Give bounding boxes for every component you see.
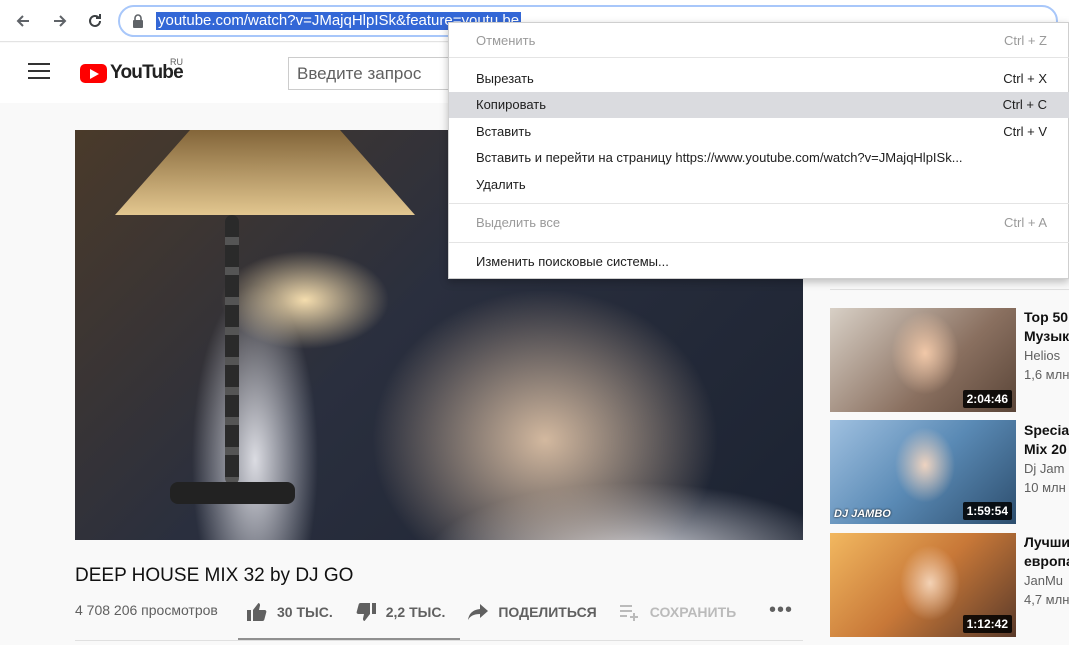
sidebar-video-title: европа xyxy=(1024,553,1069,569)
back-button[interactable] xyxy=(11,9,35,33)
sidebar-video-info[interactable]: Лучши европа JanMu 4,7 млн xyxy=(1024,533,1069,609)
sidebar-views: 1,6 млн xyxy=(1024,367,1069,382)
forward-button[interactable] xyxy=(48,9,72,33)
sidebar-video-info[interactable]: Specia Mix 20 Dj Jam 10 млн xyxy=(1024,421,1069,497)
thumbs-down-icon xyxy=(356,603,376,621)
video-duration: 1:59:54 xyxy=(962,502,1012,520)
dislike-button[interactable]: 2,2 ТЫС. xyxy=(355,602,446,622)
menu-item-select-all[interactable]: Выделить все Ctrl + A xyxy=(449,210,1069,236)
lock-icon xyxy=(132,14,144,33)
arrow-right-icon xyxy=(54,15,67,27)
sidebar-views: 10 млн xyxy=(1024,480,1066,495)
reload-button[interactable] xyxy=(83,9,107,33)
save-button[interactable]: СОХРАНИТЬ xyxy=(619,603,736,621)
sidebar-thumbnail[interactable]: DJ JAMBO 1:59:54 xyxy=(830,420,1016,524)
sidebar-video-title: Top 50 xyxy=(1024,309,1069,325)
sidebar-channel: JanMu xyxy=(1024,573,1064,588)
youtube-logo[interactable]: YouTube RU xyxy=(80,57,184,85)
like-ratio-bar xyxy=(238,638,460,640)
sidebar-thumbnail[interactable]: 1:12:42 xyxy=(830,533,1016,637)
dislike-count: 2,2 ТЫС. xyxy=(385,604,446,620)
sidebar-channel: Dj Jam xyxy=(1024,461,1065,476)
divider xyxy=(75,640,803,641)
video-actions: 30 ТЫС. 2,2 ТЫС. ПОДЕЛИТЬСЯ СОХРАНИТЬ xyxy=(246,600,758,624)
video-title: DEEP HOUSE MIX 32 by DJ GO xyxy=(75,565,354,586)
video-duration: 2:04:46 xyxy=(962,390,1012,408)
like-button[interactable]: 30 ТЫС. xyxy=(246,602,333,622)
sidebar-video-title: Mix 20 xyxy=(1024,441,1067,457)
sidebar-video-title: Specia xyxy=(1024,422,1069,438)
menu-item-copy[interactable]: Копировать Ctrl + C xyxy=(449,92,1069,118)
logo-region: RU xyxy=(170,57,183,67)
reload-icon xyxy=(89,14,101,27)
video-duration: 1:12:42 xyxy=(962,615,1012,633)
menu-separator xyxy=(449,57,1069,58)
menu-item-undo[interactable]: Отменить Ctrl + Z xyxy=(449,28,1069,54)
video-frame-lamp-shade xyxy=(115,130,415,215)
arrow-left-icon xyxy=(16,15,29,27)
menu-item-paste-and-go[interactable]: Вставить и перейти на страницу https://w… xyxy=(449,145,1069,171)
share-label: ПОДЕЛИТЬСЯ xyxy=(498,604,597,620)
menu-separator xyxy=(449,203,1069,204)
search-input[interactable] xyxy=(289,58,467,89)
save-label: СОХРАНИТЬ xyxy=(649,604,737,620)
video-frame-lamp-base xyxy=(170,482,295,504)
youtube-play-icon xyxy=(80,63,107,83)
video-frame-lamp-pole xyxy=(225,215,239,485)
more-actions-button[interactable]: ••• xyxy=(769,600,793,620)
sidebar-video-title: Музык xyxy=(1024,328,1069,344)
share-arrow-icon xyxy=(468,604,489,620)
sidebar-video-info[interactable]: Top 50 Музык Helios 1,6 млн xyxy=(1024,308,1069,384)
menu-separator xyxy=(449,242,1069,243)
thumbnail-tag: DJ JAMBO xyxy=(834,508,891,520)
menu-item-delete[interactable]: Удалить xyxy=(449,172,1069,198)
playlist-add-icon xyxy=(619,605,638,621)
menu-item-search-engines[interactable]: Изменить поисковые системы... xyxy=(449,249,1069,275)
view-count: 4 708 206 просмотров xyxy=(75,602,218,618)
sidebar-divider xyxy=(830,289,1069,290)
sidebar-channel: Helios xyxy=(1024,348,1061,363)
menu-item-paste[interactable]: Вставить Ctrl + V xyxy=(449,119,1069,145)
menu-item-cut[interactable]: Вырезать Ctrl + X xyxy=(449,66,1069,92)
sidebar-thumbnail[interactable]: 2:04:46 xyxy=(830,308,1016,412)
sidebar-views: 4,7 млн xyxy=(1024,592,1069,607)
search-box[interactable] xyxy=(288,57,468,90)
sidebar-video-title: Лучши xyxy=(1024,534,1069,550)
thumbs-up-icon xyxy=(247,603,267,621)
like-count: 30 ТЫС. xyxy=(277,604,333,620)
share-button[interactable]: ПОДЕЛИТЬСЯ xyxy=(467,603,597,621)
menu-icon[interactable] xyxy=(28,63,50,81)
context-menu: Отменить Ctrl + Z Вырезать Ctrl + X Копи… xyxy=(448,22,1069,279)
